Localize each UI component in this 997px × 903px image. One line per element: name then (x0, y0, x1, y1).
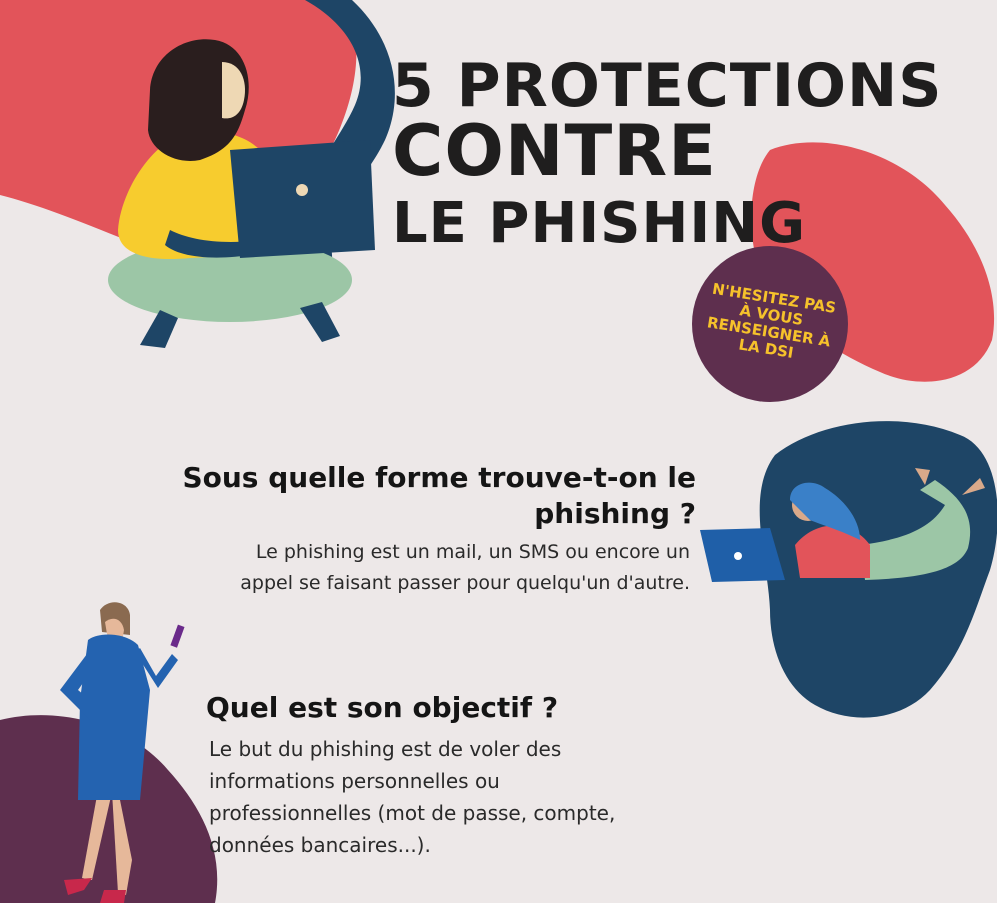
answer-1-text: Le phishing est un mail, un SMS ou encor… (240, 541, 690, 594)
dsi-badge: N'HESITEZ PAS À VOUS RENSEIGNER À LA DSI (692, 246, 848, 402)
title-line-2: CONTRE (392, 110, 717, 192)
answer-2-text: Le but du phishing est de voler des info… (209, 737, 616, 857)
question-2-heading: Quel est son objectif ? (206, 691, 559, 724)
badge-text: N'HESITEZ PAS À VOUS RENSEIGNER À LA DSI (705, 279, 838, 362)
title-line-3: LE PHISHING (392, 191, 807, 256)
question-1-heading: Sous quelle forme trouve-t-on le phishin… (182, 461, 696, 530)
title-line-1: 5 PROTECTIONS (392, 51, 943, 121)
